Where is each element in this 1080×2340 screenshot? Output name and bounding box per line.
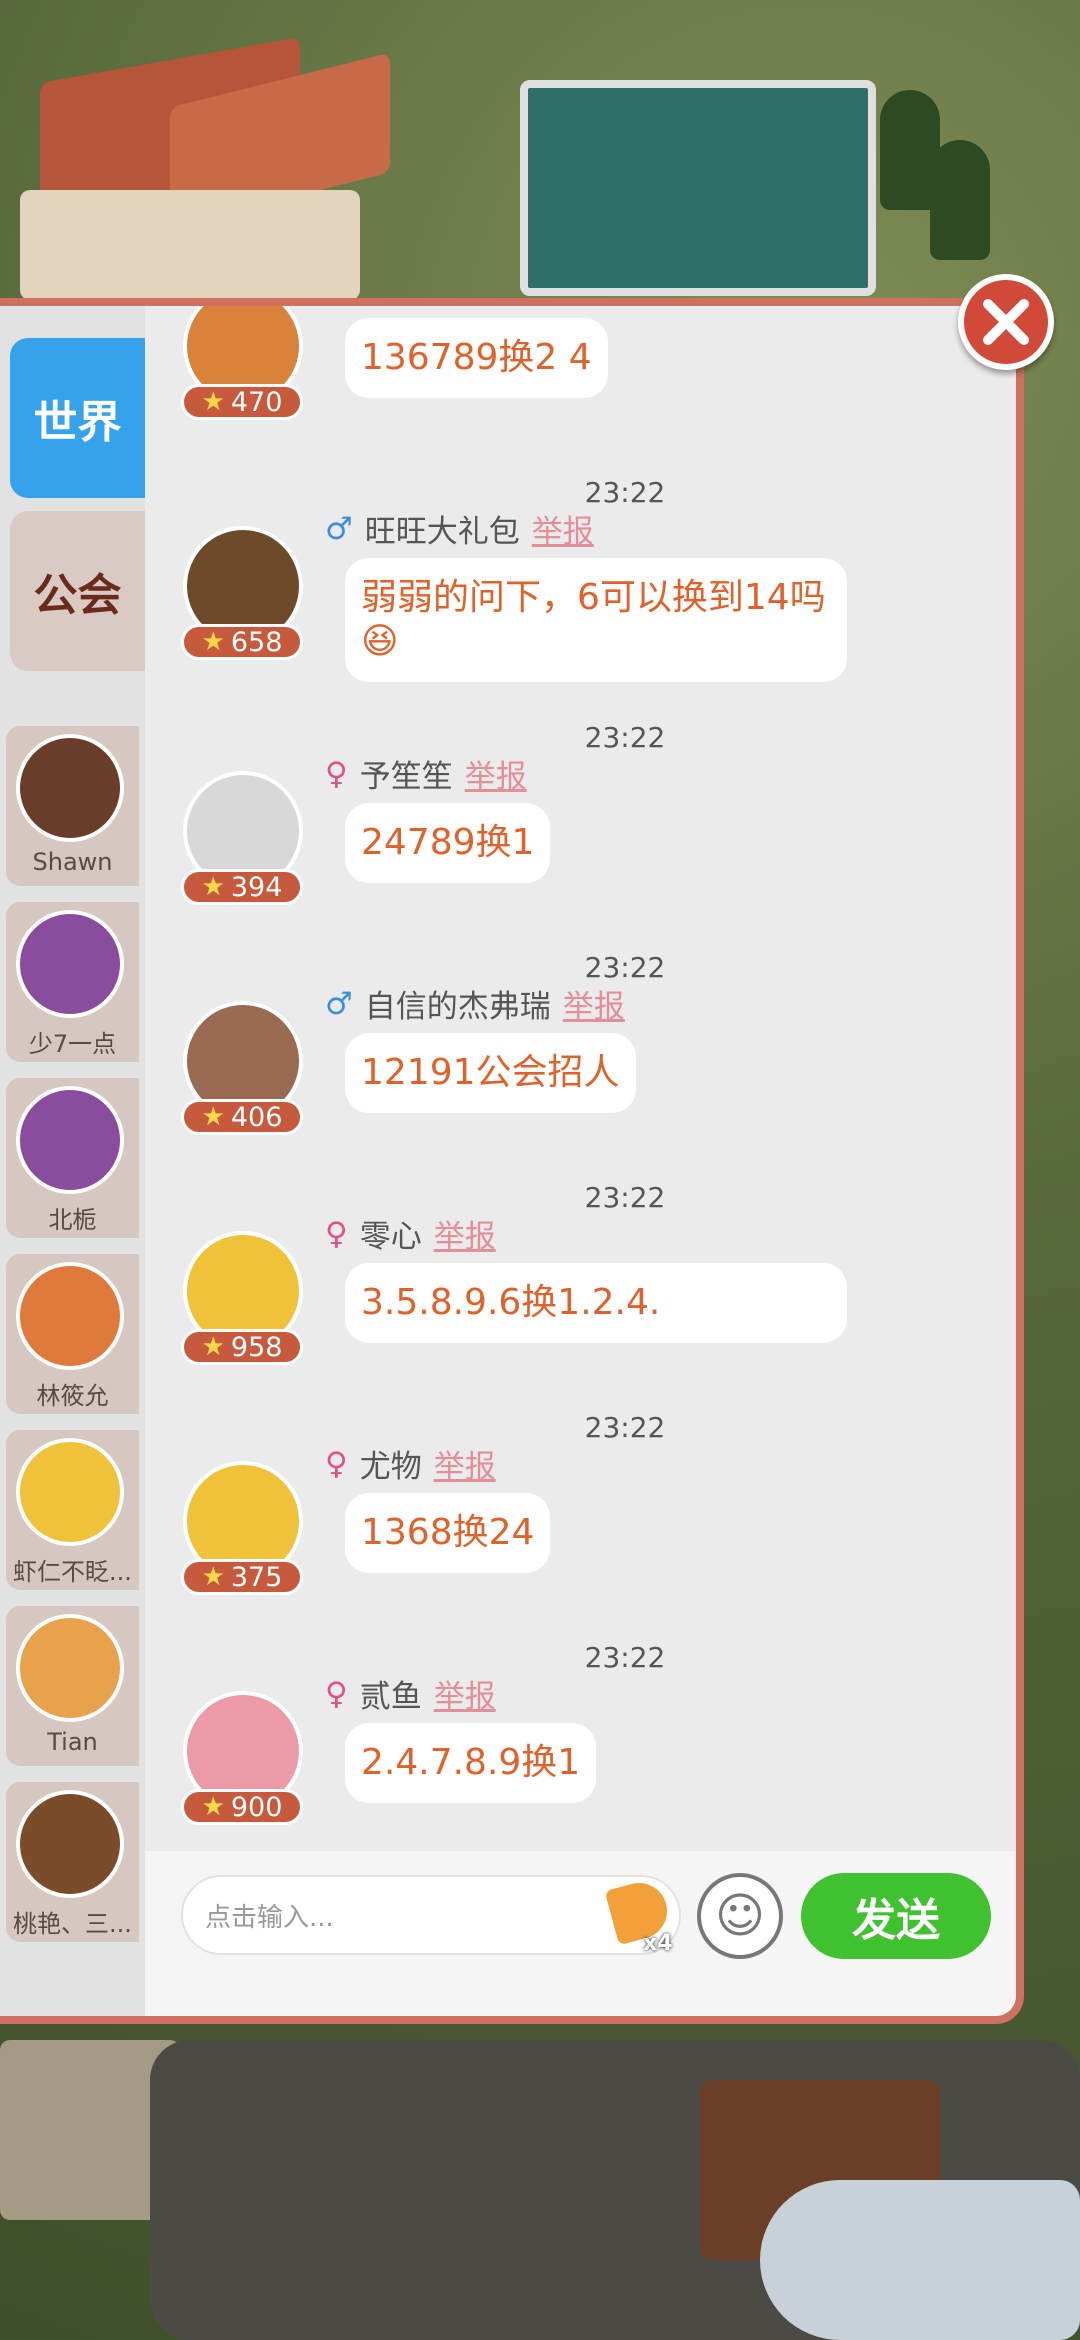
level-badge: ★ 470 bbox=[181, 384, 303, 420]
message-time: 23:22 bbox=[584, 1181, 666, 1214]
close-button[interactable] bbox=[958, 274, 1054, 370]
emoji-icon[interactable]: ☺ bbox=[697, 1873, 783, 1959]
friend-name: Shawn bbox=[32, 848, 113, 876]
sender-name-row: ♀ 予笙笙 举报 bbox=[325, 751, 527, 796]
female-icon: ♀ bbox=[325, 755, 348, 792]
sender-name-row: ♀ 贰鱼 举报 bbox=[325, 1671, 496, 1716]
level-value: 394 bbox=[230, 871, 283, 903]
sender-name: 予笙笙 bbox=[359, 759, 453, 795]
friend-avatar bbox=[16, 1614, 124, 1722]
sender-name: 尤物 bbox=[359, 1449, 422, 1485]
friend-item[interactable]: Tian bbox=[6, 1606, 139, 1766]
message-bubble[interactable]: 12191公会招人 bbox=[345, 1033, 636, 1113]
friend-avatar bbox=[16, 1086, 124, 1194]
tab-world[interactable]: 世界 bbox=[10, 338, 145, 498]
friend-name: Tian bbox=[47, 1728, 98, 1756]
sender-name: 旺旺大礼包 bbox=[364, 514, 520, 550]
friend-name: 北栀 bbox=[48, 1206, 97, 1234]
level-value: 900 bbox=[230, 1791, 283, 1823]
friend-avatar bbox=[16, 1438, 124, 1546]
friend-name: 虾仁不眨... bbox=[13, 1558, 132, 1586]
level-badge: ★ 658 bbox=[181, 624, 303, 660]
message-bubble[interactable]: 3.5.8.9.6换1.2.4. bbox=[345, 1263, 847, 1343]
star-icon: ★ bbox=[201, 1102, 225, 1132]
level-value: 375 bbox=[230, 1561, 283, 1593]
horn-icon[interactable]: x4 bbox=[604, 1873, 685, 1957]
level-badge: ★ 900 bbox=[181, 1789, 303, 1825]
level-badge: ★ 958 bbox=[181, 1329, 303, 1365]
input-bar: 点击输入... x4 ☺ 发送 bbox=[145, 1851, 1016, 2016]
friend-name: 桃艳、三... bbox=[13, 1910, 132, 1938]
friend-item[interactable]: 北栀 bbox=[6, 1078, 139, 1238]
sender-name-row: ♀ 零心 举报 bbox=[325, 1211, 496, 1256]
sender-name: 贰鱼 bbox=[359, 1679, 422, 1715]
close-icon bbox=[983, 299, 1029, 345]
star-icon: ★ bbox=[201, 1792, 225, 1822]
bg-house-wall bbox=[20, 190, 360, 300]
message-time: 23:22 bbox=[584, 721, 666, 754]
message-time: 23:22 bbox=[584, 951, 666, 984]
sender-name-row: ♂ 自信的杰弗瑞 举报 bbox=[325, 981, 625, 1026]
male-icon: ♂ bbox=[325, 510, 353, 547]
chat-input-placeholder: 点击输入... bbox=[205, 1902, 334, 1933]
star-icon: ★ bbox=[201, 627, 225, 657]
friend-avatar bbox=[16, 910, 124, 1018]
report-link[interactable]: 举报 bbox=[434, 1211, 496, 1256]
report-link[interactable]: 举报 bbox=[563, 981, 625, 1026]
level-badge: ★ 406 bbox=[181, 1099, 303, 1135]
level-badge: ★ 394 bbox=[181, 869, 303, 905]
tab-guild[interactable]: 公会 bbox=[10, 511, 145, 671]
message-time: 23:22 bbox=[584, 1641, 666, 1674]
message-bubble[interactable]: 1368换24 bbox=[345, 1493, 551, 1573]
star-icon: ★ bbox=[201, 1562, 225, 1592]
level-badge: ★ 375 bbox=[181, 1559, 303, 1595]
friend-item[interactable]: Shawn bbox=[6, 726, 139, 886]
friend-item[interactable]: 桃艳、三... bbox=[6, 1782, 139, 1942]
bg-building bbox=[520, 80, 876, 296]
star-icon: ★ bbox=[201, 872, 225, 902]
friend-item[interactable]: 虾仁不眨... bbox=[6, 1430, 139, 1590]
bg-tree bbox=[930, 140, 990, 260]
message-time: 23:22 bbox=[584, 1411, 666, 1444]
friend-avatar bbox=[16, 1262, 124, 1370]
friend-avatar bbox=[16, 734, 124, 842]
message-bubble[interactable]: 弱弱的问下，6可以换到14吗😆 bbox=[345, 558, 847, 682]
sender-name: 自信的杰弗瑞 bbox=[364, 989, 551, 1025]
star-icon: ★ bbox=[201, 1332, 225, 1362]
message-bubble[interactable]: 2.4.7.8.9换1 bbox=[345, 1723, 597, 1803]
message-bubble[interactable]: 24789换1 bbox=[345, 803, 551, 883]
report-link[interactable]: 举报 bbox=[532, 506, 594, 551]
friend-item[interactable]: 少7一点 bbox=[6, 902, 139, 1062]
chat-panel: 世界 公会 Shawn 少7一点北栀林筱允虾仁不眨... Tian 桃艳、三... ★… bbox=[0, 298, 1024, 2024]
message-list[interactable]: ★ 470 136789换2 4 23:22 ★ 658 ♂ 旺旺大礼包 举报 弱弱的问下，6可以… bbox=[145, 306, 1016, 1851]
report-link[interactable]: 举报 bbox=[434, 1441, 496, 1486]
horn-count: x4 bbox=[643, 1931, 673, 1956]
level-value: 658 bbox=[230, 626, 283, 658]
send-button[interactable]: 发送 bbox=[801, 1873, 991, 1959]
level-value: 470 bbox=[230, 386, 283, 418]
friend-name: 林筱允 bbox=[36, 1382, 109, 1410]
level-value: 406 bbox=[230, 1101, 283, 1133]
friend-name: 少7一点 bbox=[28, 1030, 117, 1058]
sender-name-row: ♀ 尤物 举报 bbox=[325, 1441, 496, 1486]
female-icon: ♀ bbox=[325, 1445, 348, 1482]
report-link[interactable]: 举报 bbox=[434, 1671, 496, 1716]
report-link[interactable]: 举报 bbox=[465, 751, 527, 796]
female-icon: ♀ bbox=[325, 1675, 348, 1712]
bg-boat bbox=[760, 2180, 1080, 2340]
star-icon: ★ bbox=[201, 387, 225, 417]
message-time: 23:22 bbox=[584, 476, 666, 509]
male-icon: ♂ bbox=[325, 985, 353, 1022]
level-value: 958 bbox=[230, 1331, 283, 1363]
female-icon: ♀ bbox=[325, 1215, 348, 1252]
chat-sidebar: 世界 公会 Shawn 少7一点北栀林筱允虾仁不眨... Tian 桃艳、三... bbox=[0, 306, 145, 2016]
sender-name-row: ♂ 旺旺大礼包 举报 bbox=[325, 506, 594, 551]
friend-item[interactable]: 林筱允 bbox=[6, 1254, 139, 1414]
friend-avatar bbox=[16, 1790, 124, 1898]
sender-name: 零心 bbox=[359, 1219, 422, 1255]
message-bubble[interactable]: 136789换2 4 bbox=[345, 318, 608, 398]
